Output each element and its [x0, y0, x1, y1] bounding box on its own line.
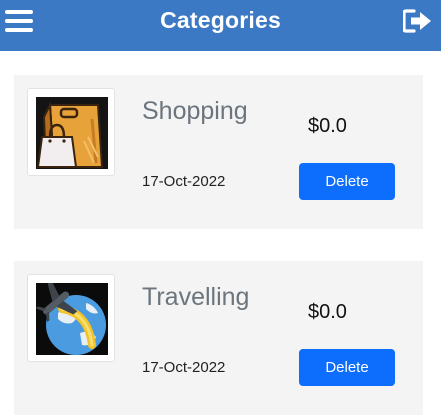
page-title: Categories [160, 7, 281, 33]
category-name: Travelling [142, 283, 250, 311]
category-name: Shopping [142, 97, 248, 125]
delete-button[interactable]: Delete [299, 349, 395, 386]
category-thumbnail [27, 274, 115, 362]
category-card-travelling: Travelling $0.0 17-Oct-2022 Delete [14, 261, 423, 415]
shopping-bags-icon [36, 97, 108, 169]
category-card-shopping: Shopping $0.0 17-Oct-2022 Delete [14, 75, 423, 229]
sign-out-icon[interactable] [402, 9, 433, 33]
category-amount: $0.0 [308, 301, 347, 323]
airplane-globe-icon [36, 283, 108, 355]
app-header: Categories [0, 0, 441, 51]
category-thumbnail [27, 88, 115, 176]
delete-button[interactable]: Delete [299, 163, 395, 200]
category-date: 17-Oct-2022 [142, 359, 226, 376]
category-date: 17-Oct-2022 [142, 173, 226, 190]
category-amount: $0.0 [308, 115, 347, 137]
